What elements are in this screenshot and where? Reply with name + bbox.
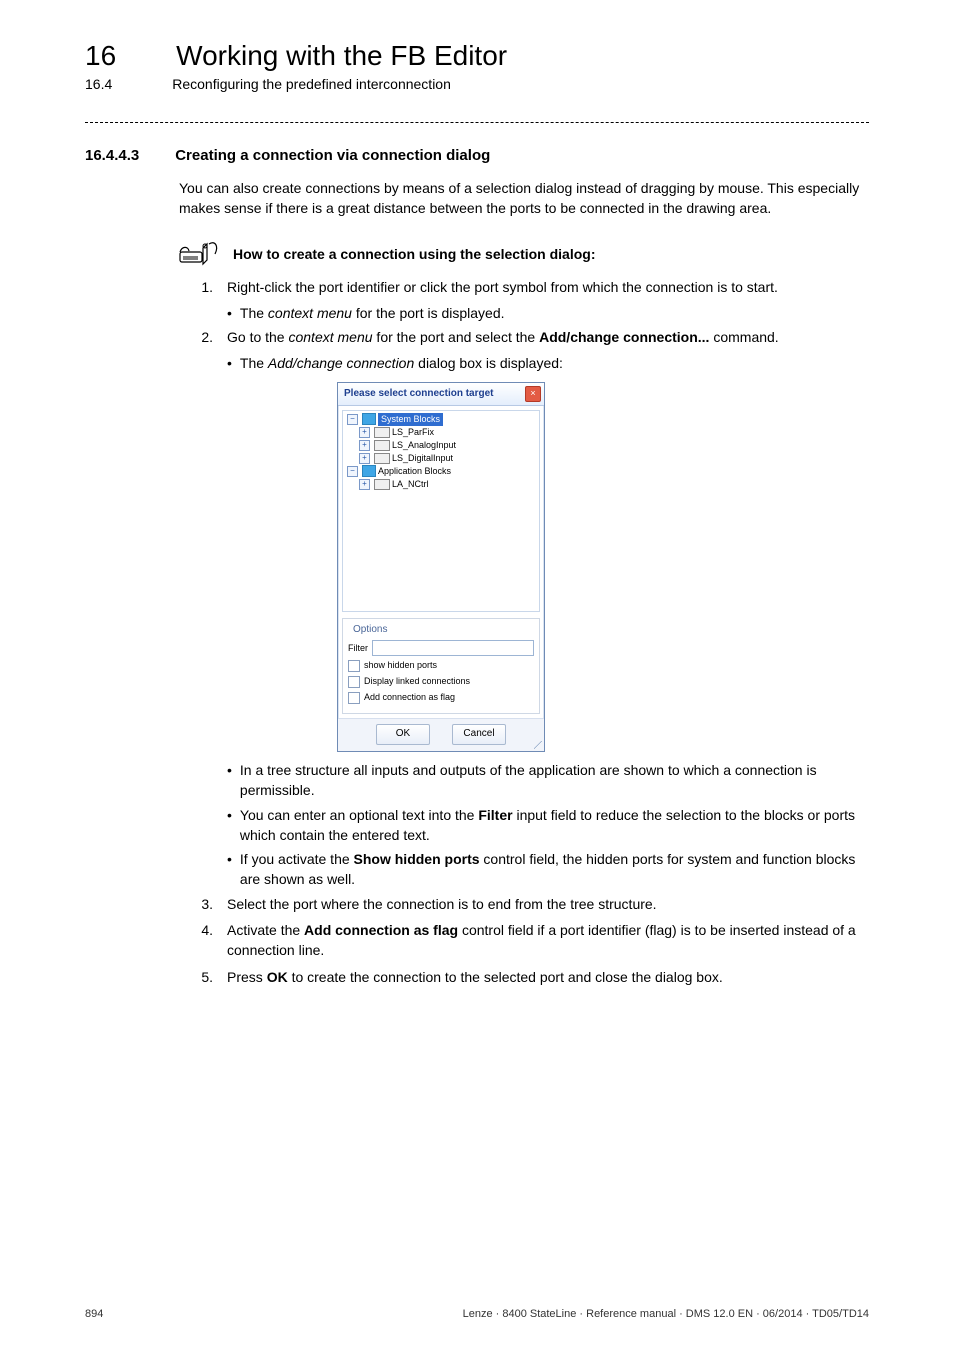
block-icon	[374, 479, 390, 490]
close-icon[interactable]: ×	[525, 386, 541, 402]
step-1: 1. Right-click the port identifier or cl…	[195, 277, 869, 297]
dialog-screenshot: Please select connection target × − Syst…	[337, 382, 869, 752]
step-2-bullet-3: You can enter an optional text into the …	[227, 805, 869, 846]
cancel-button[interactable]: Cancel	[452, 724, 506, 745]
divider	[85, 122, 869, 123]
options-group: Options Filter show hidden ports Display…	[342, 618, 540, 715]
step-number: 3.	[195, 894, 213, 914]
step-2-bullet-1: The Add/change connection dialog box is …	[227, 353, 869, 373]
step-text: Activate the Add connection as flag cont…	[227, 920, 869, 961]
subsection-heading: 16.4.4.3 Creating a connection via conne…	[85, 147, 869, 164]
tree-node-la-nctrl[interactable]: + LA_NCtrl	[345, 478, 537, 491]
section-subheading: 16.4 Reconfiguring the predefined interc…	[85, 76, 869, 92]
intro-paragraph: You can also create connections by means…	[179, 178, 869, 219]
step-number: 5.	[195, 967, 213, 987]
expand-icon[interactable]: +	[359, 440, 370, 451]
tree-node-ls-analoginput[interactable]: + LS_AnalogInput	[345, 439, 537, 452]
collapse-icon[interactable]: −	[347, 466, 358, 477]
chapter-title: Working with the FB Editor	[176, 40, 507, 72]
dialog-titlebar: Please select connection target ×	[338, 383, 544, 406]
options-legend: Options	[350, 623, 390, 638]
page-number: 894	[85, 1308, 103, 1320]
step-1-bullet: The context menu for the port is display…	[227, 303, 869, 323]
subsection-number: 16.4.4.3	[85, 147, 139, 164]
connection-target-dialog: Please select connection target × − Syst…	[337, 382, 545, 752]
step-number: 1.	[195, 277, 213, 297]
block-icon	[374, 453, 390, 464]
step-2: 2. Go to the context menu for the port a…	[195, 327, 869, 347]
tree-node-application-blocks[interactable]: − Application Blocks	[345, 465, 537, 478]
step-2-bullet-2: In a tree structure all inputs and outpu…	[227, 760, 869, 801]
howto-title: How to create a connection using the sel…	[233, 246, 596, 262]
tree-node-ls-digitalinput[interactable]: + LS_DigitalInput	[345, 452, 537, 465]
checkbox-label: show hidden ports	[364, 659, 437, 672]
collapse-icon[interactable]: −	[347, 414, 358, 425]
tree-label: Application Blocks	[378, 465, 451, 478]
block-icon	[374, 440, 390, 451]
checkbox-icon[interactable]	[348, 660, 360, 672]
dialog-button-row: OK Cancel	[338, 718, 544, 751]
step-number: 4.	[195, 920, 213, 961]
folder-icon	[362, 413, 376, 425]
tree-label: LA_NCtrl	[392, 478, 429, 491]
block-icon	[374, 427, 390, 438]
tree-label: System Blocks	[378, 413, 443, 426]
section-number: 16.4	[85, 76, 112, 92]
tree-node-ls-parfix[interactable]: + LS_ParFix	[345, 426, 537, 439]
checkbox-label: Display linked connections	[364, 675, 470, 688]
section-title: Reconfiguring the predefined interconnec…	[172, 76, 451, 92]
bullet-text: In a tree structure all inputs and outpu…	[240, 760, 869, 801]
subsection-title: Creating a connection via connection dia…	[175, 147, 490, 164]
chapter-heading: 16 Working with the FB Editor	[85, 40, 869, 72]
tree-label: LS_AnalogInput	[392, 439, 456, 452]
folder-icon	[362, 465, 376, 477]
step-2-bullet-4: If you activate the Show hidden ports co…	[227, 849, 869, 890]
bullet-text: The context menu for the port is display…	[240, 303, 869, 323]
step-text: Press OK to create the connection to the…	[227, 967, 869, 987]
bullet-icon	[227, 353, 232, 373]
procedure-icon	[179, 239, 223, 269]
dialog-title: Please select connection target	[344, 387, 494, 402]
step-4: 4. Activate the Add connection as flag c…	[195, 920, 869, 961]
howto-heading: How to create a connection using the sel…	[179, 239, 869, 269]
tree-label: LS_DigitalInput	[392, 452, 453, 465]
bullet-icon	[227, 303, 232, 323]
checkbox-icon[interactable]	[348, 692, 360, 704]
checkbox-label: Add connection as flag	[364, 691, 455, 704]
bullet-icon	[227, 849, 232, 890]
bullet-icon	[227, 760, 232, 801]
chapter-number: 16	[85, 40, 116, 72]
bullet-text: If you activate the Show hidden ports co…	[240, 849, 869, 890]
add-connection-as-flag-row[interactable]: Add connection as flag	[348, 691, 534, 704]
bullet-text: You can enter an optional text into the …	[240, 805, 869, 846]
footer-info: Lenze · 8400 StateLine · Reference manua…	[463, 1308, 869, 1320]
bullet-text: The Add/change connection dialog box is …	[240, 353, 869, 373]
step-text: Go to the context menu for the port and …	[227, 327, 869, 347]
ok-button[interactable]: OK	[376, 724, 430, 745]
connection-tree[interactable]: − System Blocks + LS_ParFix + LS_AnalogI…	[342, 410, 540, 612]
show-hidden-ports-row[interactable]: show hidden ports	[348, 659, 534, 672]
filter-row: Filter	[348, 640, 534, 656]
step-text: Right-click the port identifier or click…	[227, 277, 869, 297]
filter-input[interactable]	[372, 640, 534, 656]
expand-icon[interactable]: +	[359, 479, 370, 490]
step-number: 2.	[195, 327, 213, 347]
display-linked-connections-row[interactable]: Display linked connections	[348, 675, 534, 688]
checkbox-icon[interactable]	[348, 676, 360, 688]
expand-icon[interactable]: +	[359, 427, 370, 438]
step-5: 5. Press OK to create the connection to …	[195, 967, 869, 987]
expand-icon[interactable]: +	[359, 453, 370, 464]
filter-label: Filter	[348, 642, 368, 655]
tree-node-system-blocks[interactable]: − System Blocks	[345, 413, 537, 426]
step-3: 3. Select the port where the connection …	[195, 894, 869, 914]
tree-label: LS_ParFix	[392, 426, 434, 439]
page-footer: 894 Lenze · 8400 StateLine · Reference m…	[85, 1278, 869, 1320]
step-text: Select the port where the connection is …	[227, 894, 869, 914]
bullet-icon	[227, 805, 232, 846]
